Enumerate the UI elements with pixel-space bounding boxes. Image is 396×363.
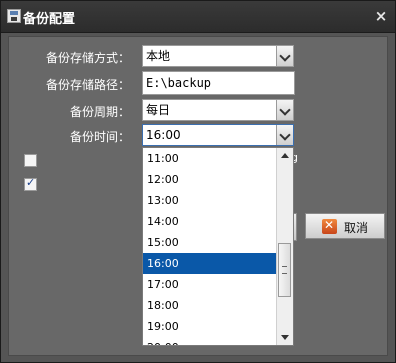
- time-option[interactable]: 20:00: [143, 337, 277, 345]
- time-value: 16:00: [146, 128, 181, 142]
- scroll-thumb[interactable]: [278, 243, 291, 297]
- storage-method-label: 备份存储方式：: [45, 51, 130, 65]
- cancel-icon: [322, 218, 337, 234]
- storage-method-value: 本地: [146, 49, 171, 63]
- chevron-down-icon[interactable]: [276, 46, 293, 66]
- time-select[interactable]: 16:00: [142, 124, 294, 146]
- chevron-down-icon[interactable]: [276, 100, 293, 120]
- storage-path-label: 备份存储路径：: [45, 78, 130, 92]
- storage-method-select[interactable]: 本地: [142, 45, 294, 67]
- time-option[interactable]: 12:00: [143, 169, 277, 190]
- cycle-label: 备份周期：: [69, 105, 130, 119]
- chevron-down-icon[interactable]: [276, 125, 293, 145]
- cancel-button[interactable]: 取消: [305, 213, 385, 239]
- time-option[interactable]: 15:00: [143, 232, 277, 253]
- option-checkbox-2[interactable]: [24, 176, 37, 191]
- time-option[interactable]: 13:00: [143, 190, 277, 211]
- save-icon: [7, 9, 21, 23]
- time-label: 备份时间：: [69, 130, 130, 144]
- time-dropdown-list[interactable]: 11:00 12:00 13:00 14:00 15:00 16:00 17:0…: [142, 147, 294, 346]
- time-option[interactable]: 18:00: [143, 295, 277, 316]
- scroll-up-icon[interactable]: [281, 153, 289, 158]
- storage-path-input[interactable]: E:\backup: [142, 71, 295, 95]
- cycle-value: 每日: [146, 103, 171, 117]
- close-button[interactable]: ×: [373, 7, 389, 25]
- window-title: 备份配置: [23, 12, 76, 27]
- list-scrollbar[interactable]: [276, 148, 293, 345]
- time-option[interactable]: 19:00: [143, 316, 277, 337]
- time-option[interactable]: 11:00: [143, 148, 277, 169]
- time-option-selected[interactable]: 16:00: [143, 253, 277, 274]
- cycle-select[interactable]: 每日: [142, 99, 294, 121]
- cancel-label: 取消: [344, 221, 369, 235]
- time-option[interactable]: 17:00: [143, 274, 277, 295]
- title-bar[interactable]: 备份配置 ×: [1, 1, 395, 33]
- option-checkbox-1[interactable]: [24, 154, 37, 167]
- time-option[interactable]: 14:00: [143, 211, 277, 232]
- scroll-down-icon[interactable]: [281, 335, 289, 340]
